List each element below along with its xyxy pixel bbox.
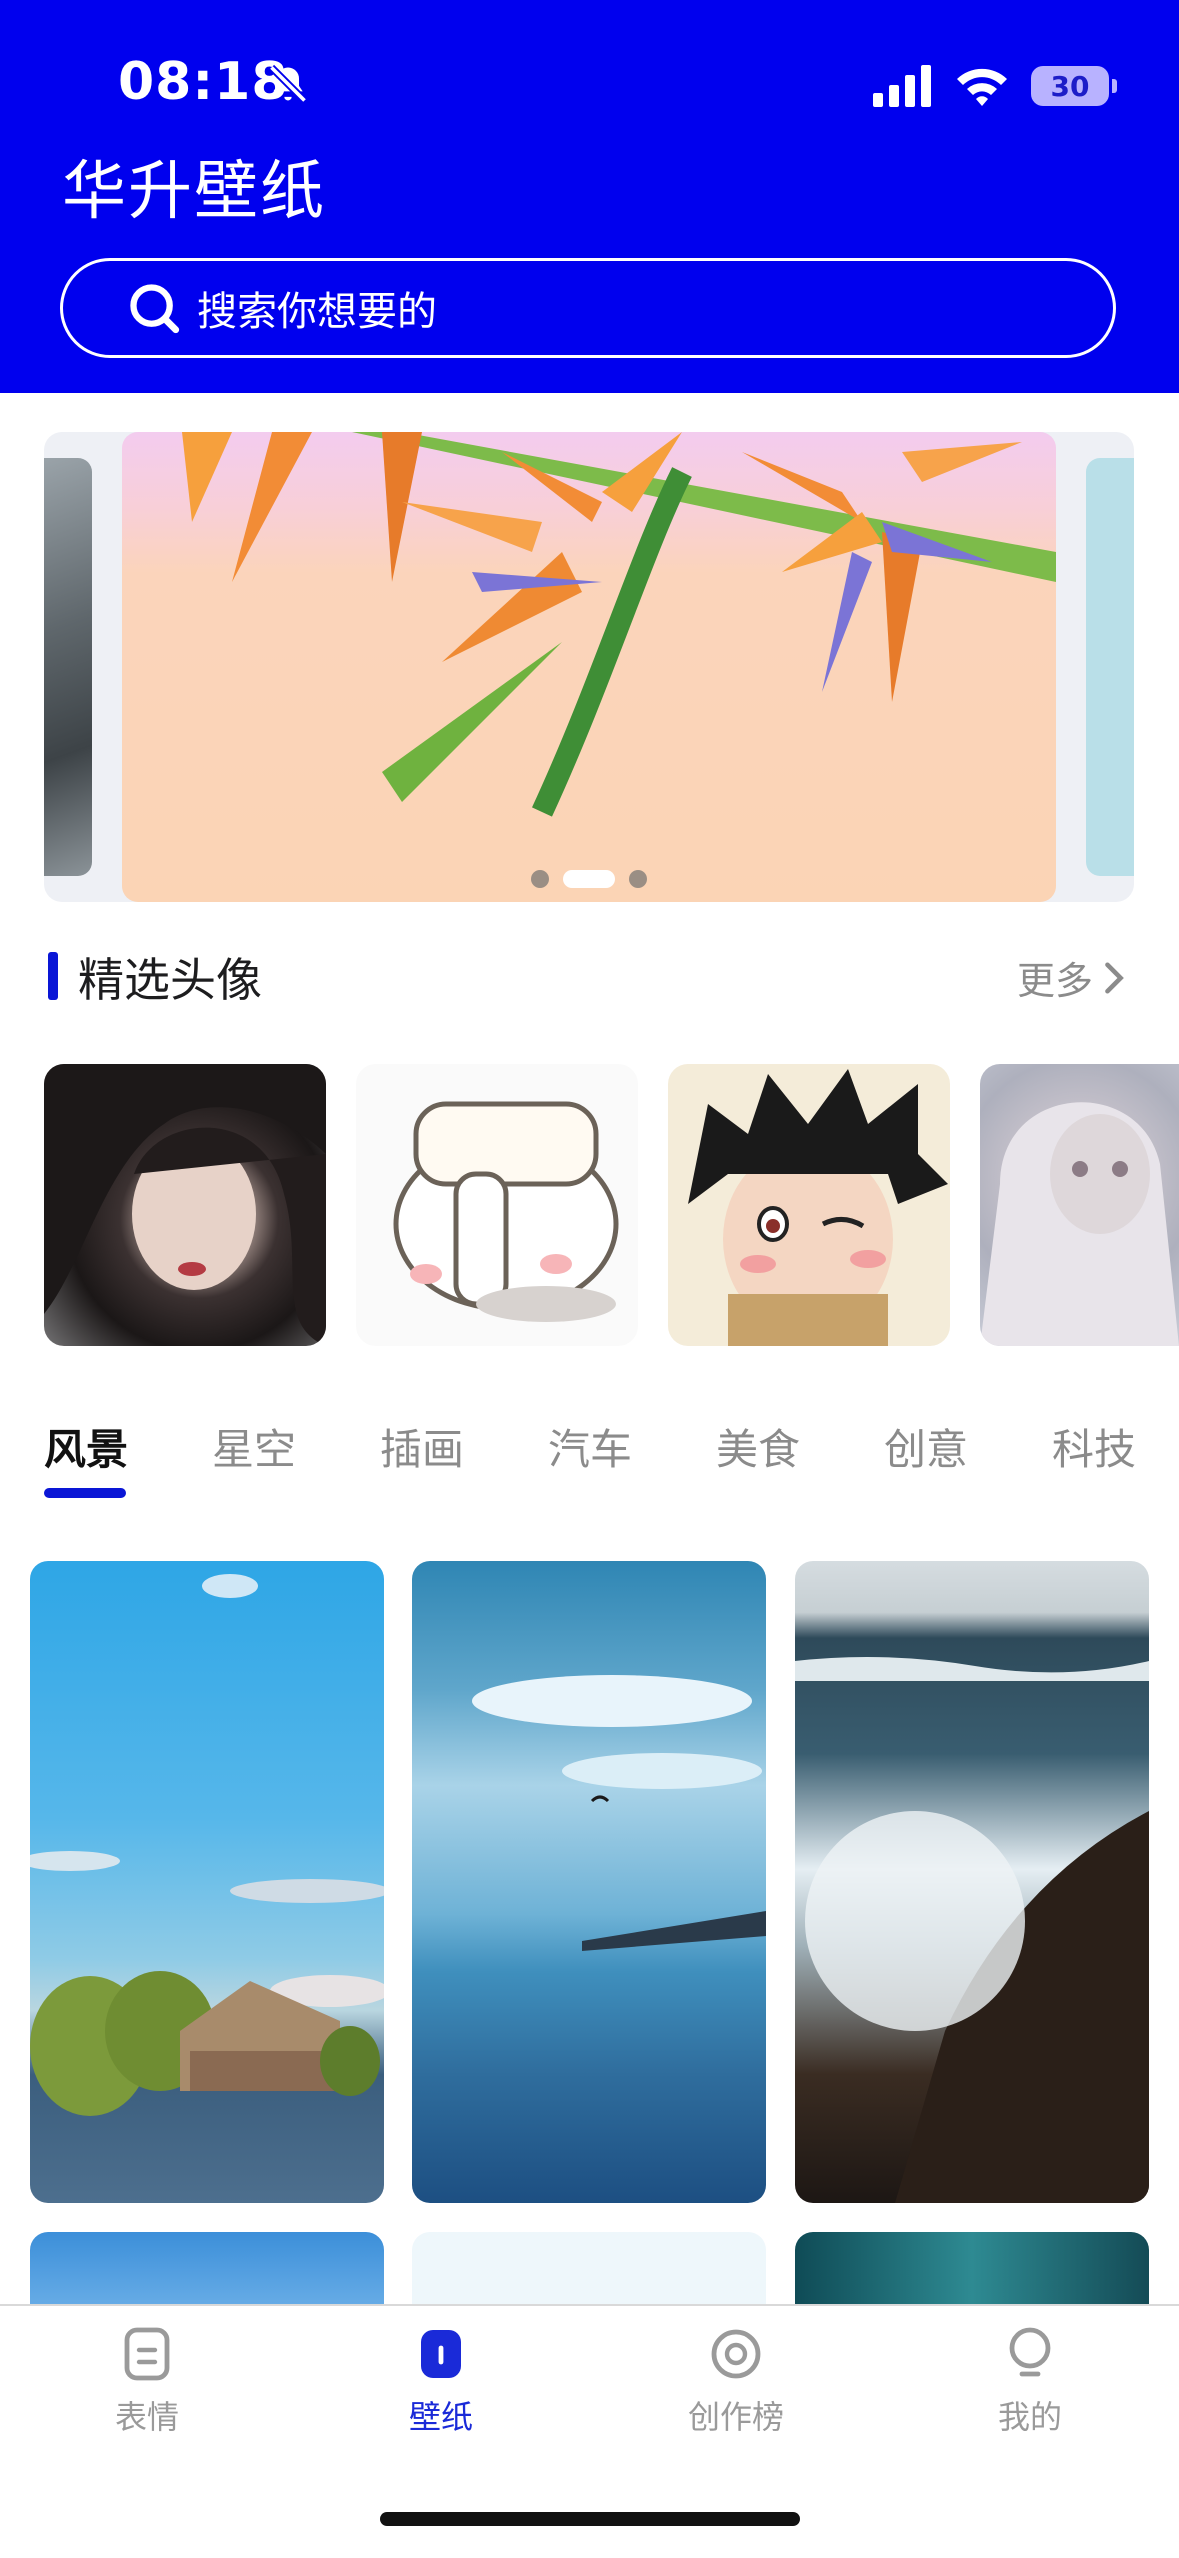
carousel-dot[interactable] [629, 870, 647, 888]
wallpaper-card[interactable] [795, 1561, 1149, 2203]
wallpaper-card[interactable] [412, 1561, 766, 2203]
tab-food[interactable]: 美食 [716, 1416, 800, 1477]
wifi-icon [957, 68, 1007, 106]
avatar-image [980, 1102, 1179, 1346]
nav-label: 创作榜 [687, 2398, 784, 2436]
carousel-indicator [122, 870, 1056, 888]
banner-next-slide[interactable] [1086, 458, 1134, 876]
tab-cars[interactable]: 汽车 [548, 1416, 632, 1477]
avatar-thumbnail[interactable] [980, 1064, 1179, 1346]
wallpaper-card[interactable] [795, 2232, 1149, 2312]
banner-carousel[interactable] [44, 432, 1134, 902]
chevron-right-icon [1105, 962, 1124, 993]
wallpaper-card[interactable] [30, 2232, 384, 2312]
search-placeholder: 搜索你想要的 [197, 289, 437, 335]
carousel-dot-active[interactable] [563, 870, 615, 888]
nav-item-profile[interactable]: 我的 [940, 2326, 1120, 2438]
category-tabs: 风景 星空 插画 汽车 美食 创意 科技 [44, 1416, 1179, 1486]
avatar-image [393, 1101, 619, 1322]
wallpaper-image [472, 1675, 766, 1951]
cellular-signal-icon [873, 65, 931, 107]
battery-icon: 30 [1031, 66, 1117, 106]
banner-slide[interactable] [122, 432, 1056, 902]
nav-item-ranking[interactable]: 创作榜 [646, 2326, 826, 2438]
nav-item-emoji[interactable]: 表情 [57, 2326, 237, 2438]
more-link[interactable]: 更多 [1017, 950, 1127, 1005]
nav-label: 我的 [997, 2398, 1062, 2436]
tab-creative[interactable]: 创意 [884, 1416, 968, 1477]
wallpaper-image [795, 1657, 1149, 2203]
avatar-thumbnail[interactable] [44, 1064, 326, 1346]
wallpaper-card[interactable] [30, 1561, 384, 2203]
wallpaper-card[interactable] [412, 2232, 766, 2312]
more-label: 更多 [1016, 959, 1093, 1003]
banner-prev-slide[interactable] [44, 458, 92, 876]
tab-starry-sky[interactable]: 星空 [212, 1416, 296, 1477]
bell-slash-icon [268, 64, 308, 104]
search-bar[interactable]: 搜索你想要的 [60, 258, 1116, 358]
status-icons: 30 [873, 58, 1117, 114]
avatar-thumbnail[interactable] [356, 1064, 638, 1346]
avatar-image [688, 1069, 948, 1346]
active-tab-indicator [44, 1488, 126, 1498]
battery-level: 30 [1050, 69, 1090, 103]
profile-bulb-icon [1009, 2327, 1051, 2377]
tab-illustration[interactable]: 插画 [380, 1416, 464, 1477]
avatar-image [44, 1064, 326, 1346]
bird-of-paradise-illustration [182, 432, 1056, 817]
app-title: 华升壁纸 [62, 155, 326, 229]
ranking-disc-icon [711, 2329, 761, 2379]
carousel-dot[interactable] [531, 870, 549, 888]
nav-label: 壁纸 [408, 2398, 473, 2436]
nav-label: 表情 [114, 2398, 179, 2436]
status-time: 08:18 [118, 52, 289, 112]
section-title: 精选头像 [78, 953, 262, 1007]
search-icon [130, 284, 180, 334]
wallpaper-image [30, 1574, 384, 2116]
home-indicator[interactable] [380, 2512, 800, 2526]
sticker-doc-icon [124, 2327, 170, 2381]
wallpaper-phone-icon [421, 2330, 461, 2378]
avatar-thumbnail[interactable] [668, 1064, 950, 1346]
section-accent-bar [48, 952, 58, 1000]
tab-landscape[interactable]: 风景 [44, 1416, 128, 1477]
tab-tech[interactable]: 科技 [1052, 1416, 1136, 1477]
nav-item-wallpaper[interactable]: 壁纸 [351, 2326, 531, 2438]
